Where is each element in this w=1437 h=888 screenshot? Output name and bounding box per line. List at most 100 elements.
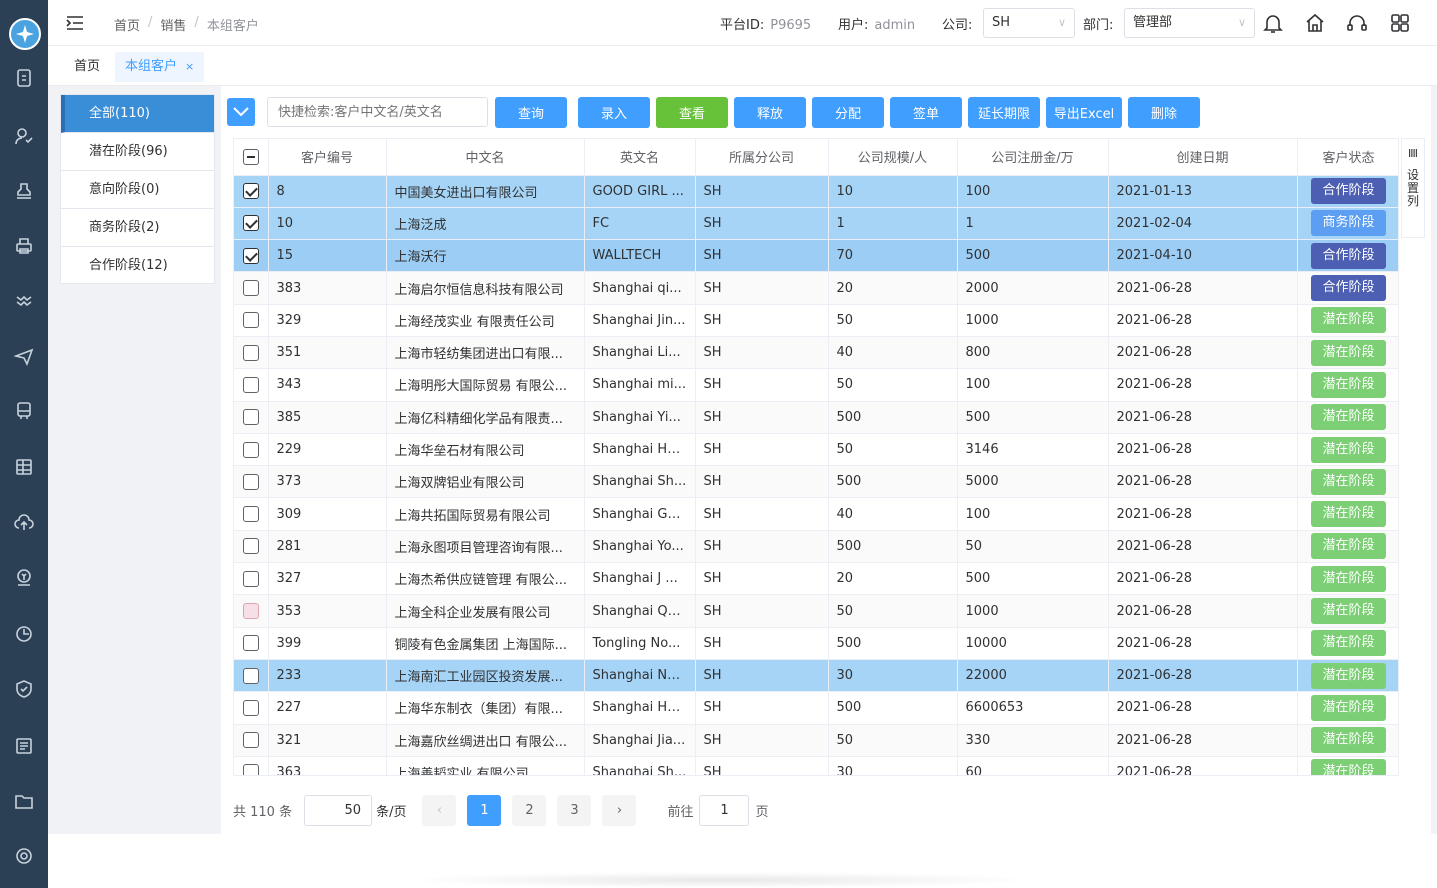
status-badge[interactable]: 潜在阶段 — [1311, 662, 1386, 689]
row-select-cell[interactable] — [234, 659, 269, 693]
table-row[interactable]: 229 上海华垒石材有限公司 Shanghai Hu... SH 50 3146 2021-… — [234, 433, 1398, 467]
status-badge[interactable]: 合作阶段 — [1311, 178, 1386, 205]
row-checkbox[interactable] — [242, 635, 259, 652]
shield-icon[interactable] — [14, 679, 34, 699]
report-icon[interactable] — [14, 736, 34, 756]
status-badge[interactable]: 潜在阶段 — [1311, 468, 1386, 495]
row-select-cell[interactable] — [234, 175, 269, 208]
table-row[interactable]: 10 上海泛成 FC SH 1 1 2021-02-04 商务阶段 — [234, 207, 1398, 241]
view-button[interactable]: 查看 — [656, 96, 728, 128]
row-checkbox[interactable] — [242, 183, 259, 200]
status-badge[interactable]: 潜在阶段 — [1311, 339, 1386, 366]
status-badge[interactable]: 潜在阶段 — [1311, 598, 1386, 624]
close-icon[interactable]: × — [185, 60, 194, 73]
table-row[interactable]: 399 铜陵有色金属集团 上海国际... Tongling No... SH 500 10… — [234, 627, 1398, 660]
row-select-cell[interactable] — [234, 530, 269, 564]
status-badge[interactable]: 潜在阶段 — [1311, 307, 1386, 334]
breadcrumb-home[interactable]: 首页 — [114, 15, 140, 34]
sign-button[interactable]: 签单 — [890, 96, 962, 128]
row-select-cell[interactable] — [234, 368, 269, 402]
status-badge[interactable]: 潜在阶段 — [1311, 727, 1386, 754]
dept-select[interactable]: 管理部 ∨ — [1124, 8, 1255, 38]
row-checkbox[interactable] — [242, 538, 259, 555]
bell-icon[interactable] — [1262, 12, 1284, 34]
row-select-cell[interactable] — [234, 465, 269, 499]
table-row[interactable]: 363 上海善韬实业 有限公司 Shanghai Sh... SH 30 60 2021-0… — [234, 756, 1398, 775]
row-select-cell[interactable] — [234, 724, 269, 757]
table-row[interactable]: 373 上海双牌铝业有限公司 Shanghai Sh... SH 500 5000 2021… — [234, 465, 1398, 499]
status-badge[interactable]: 潜在阶段 — [1311, 630, 1386, 657]
query-button[interactable]: 查询 — [495, 96, 567, 128]
row-checkbox[interactable] — [242, 764, 259, 775]
table-row[interactable]: 343 上海明彤大国际贸易 有限公... Shanghai mi... SH 50 100… — [234, 368, 1398, 402]
export-excel-button[interactable]: 导出Excel — [1046, 96, 1122, 128]
table-row[interactable]: 353 上海全科企业发展有限公司 Shanghai Qu... SH 50 1000 202… — [234, 594, 1398, 628]
company-select[interactable]: SH ∨ — [983, 8, 1075, 38]
row-checkbox[interactable] — [242, 473, 259, 490]
table-row[interactable]: 383 上海启尔恒信息科技有限公司 Shanghai qi... SH 20 2000 20… — [234, 271, 1398, 305]
row-select-cell[interactable] — [234, 562, 269, 596]
table-row[interactable]: 385 上海亿科精细化学品有限责... Shanghai Yi... SH 500 500… — [234, 401, 1398, 434]
bus-icon[interactable] — [14, 401, 34, 421]
users-icon[interactable] — [14, 126, 34, 146]
table-row[interactable]: 309 上海共拓国际贸易有限公司 Shanghai Go... SH 40 100 2021… — [234, 497, 1398, 531]
row-checkbox[interactable] — [242, 376, 259, 393]
row-checkbox[interactable] — [242, 247, 259, 264]
row-select-cell[interactable] — [234, 691, 269, 725]
quick-search-input[interactable] — [267, 97, 488, 127]
table-row[interactable]: 321 上海嘉欣丝绸进出口 有限公... Shanghai Jia... SH 50 33… — [234, 724, 1398, 757]
column-header[interactable]: 公司注册金/万 — [957, 139, 1109, 176]
filter-cooperation[interactable]: 合作阶段(12) — [61, 247, 214, 285]
select-all-checkbox[interactable] — [242, 148, 259, 165]
row-select-cell[interactable] — [234, 756, 269, 775]
status-badge[interactable]: 潜在阶段 — [1311, 501, 1386, 528]
row-select-cell[interactable] — [234, 304, 269, 337]
status-badge[interactable]: 潜在阶段 — [1311, 533, 1386, 560]
status-badge[interactable]: 潜在阶段 — [1311, 436, 1386, 463]
links-icon[interactable] — [14, 290, 34, 310]
row-checkbox[interactable] — [242, 506, 259, 523]
assign-button[interactable]: 分配 — [812, 96, 884, 128]
row-checkbox[interactable] — [242, 603, 259, 619]
plane-icon[interactable] — [14, 346, 34, 366]
table-row[interactable]: 233 上海南汇工业园区投资发展... Shanghai Na... SH 30 2200… — [234, 659, 1398, 693]
stamp-icon[interactable] — [14, 181, 34, 201]
apps-grid-icon[interactable] — [1389, 12, 1411, 34]
row-select-cell[interactable] — [234, 433, 269, 467]
breadcrumb-sales[interactable]: 销售 — [160, 15, 186, 34]
row-select-cell[interactable] — [234, 239, 269, 273]
table-row[interactable]: 281 上海永图项目管理咨询有限... Shanghai Yo... SH 500 50 2… — [234, 530, 1398, 564]
filter-business[interactable]: 商务阶段(2) — [61, 209, 214, 247]
tab-home[interactable]: 首页 — [64, 52, 110, 82]
column-header[interactable]: 英文名 — [584, 139, 696, 176]
row-checkbox[interactable] — [242, 409, 259, 426]
column-header[interactable]: 中文名 — [386, 139, 585, 176]
row-checkbox[interactable] — [242, 280, 259, 297]
document-icon[interactable] — [14, 68, 34, 88]
delete-button[interactable]: 删除 — [1128, 96, 1200, 128]
page-size-select[interactable]: 50 — [304, 794, 373, 826]
table-row[interactable]: 327 上海杰希供应链管理 有限公... Shanghai J ... SH 20 500… — [234, 562, 1398, 596]
page-button-3[interactable]: 3 — [557, 794, 592, 826]
column-header[interactable]: 创建日期 — [1108, 139, 1298, 176]
column-header[interactable]: 所属分公司 — [695, 139, 829, 176]
row-select-cell[interactable] — [234, 627, 269, 660]
row-select-cell[interactable] — [234, 497, 269, 531]
table-icon[interactable] — [14, 457, 34, 477]
table-row[interactable]: 15 上海沃行 WALLTECH SH 70 500 2021-04-10 合作阶段 — [234, 239, 1398, 273]
settings-circle-icon[interactable] — [14, 846, 34, 866]
headset-icon[interactable] — [1346, 12, 1368, 34]
status-badge[interactable]: 潜在阶段 — [1311, 759, 1386, 775]
row-select-cell[interactable] — [234, 401, 269, 434]
status-badge[interactable]: 合作阶段 — [1311, 242, 1386, 269]
cloud-upload-icon[interactable] — [14, 513, 34, 533]
row-select-cell[interactable] — [234, 594, 269, 628]
menu-fold-icon[interactable] — [66, 14, 84, 32]
page-button-2[interactable]: 2 — [512, 794, 547, 826]
folder-icon[interactable] — [14, 791, 34, 811]
table-row[interactable]: 227 上海华东制衣（集团）有限... Shanghai Hu... SH 500 660… — [234, 691, 1398, 725]
filter-intent[interactable]: 意向阶段(0) — [61, 171, 214, 209]
goto-page-input[interactable]: 1 — [699, 794, 750, 826]
row-checkbox[interactable] — [242, 441, 259, 458]
table-row[interactable]: 8 中国美女进出口有限公司 GOOD GIRL ... SH 10 100 2021-01-… — [234, 175, 1398, 208]
